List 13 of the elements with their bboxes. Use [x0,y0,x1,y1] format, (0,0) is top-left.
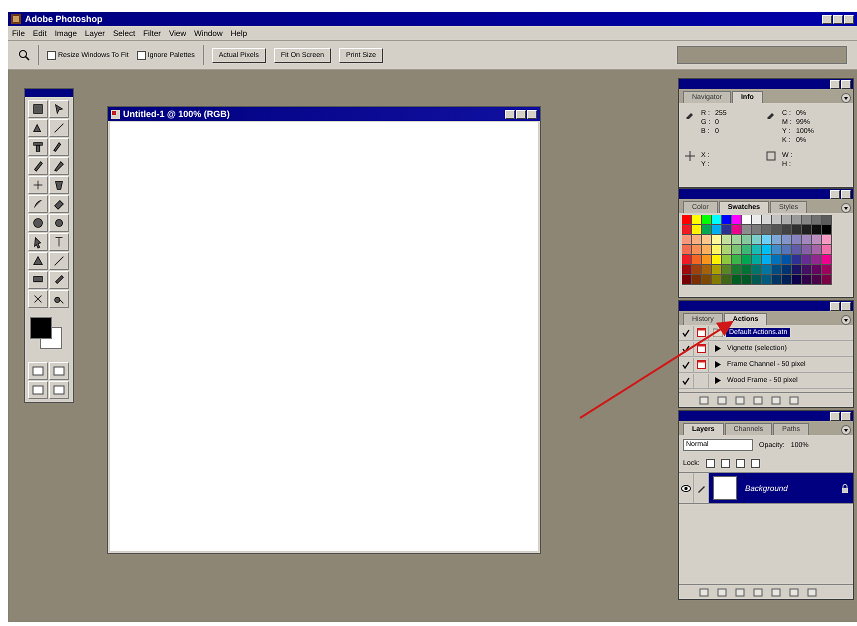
window-title: Adobe Photoshop [25,14,102,24]
document-title: Untitled-1 @ 100% (RGB) [123,109,230,119]
layer-name[interactable]: Background [745,484,788,492]
menu-item[interactable]: Help [230,28,248,38]
menu-item[interactable]: File [12,28,25,38]
menu-item[interactable]: Layer [84,28,105,38]
layer-row[interactable]: Background [709,473,853,503]
menu-item[interactable]: Select [112,28,136,38]
menu-item[interactable]: Edit [32,28,47,38]
menu-item[interactable]: Filter [143,28,161,38]
menu-item[interactable]: Image [54,28,77,38]
menu-item[interactable]: View [168,28,186,38]
menu-item[interactable]: Window [194,28,223,38]
